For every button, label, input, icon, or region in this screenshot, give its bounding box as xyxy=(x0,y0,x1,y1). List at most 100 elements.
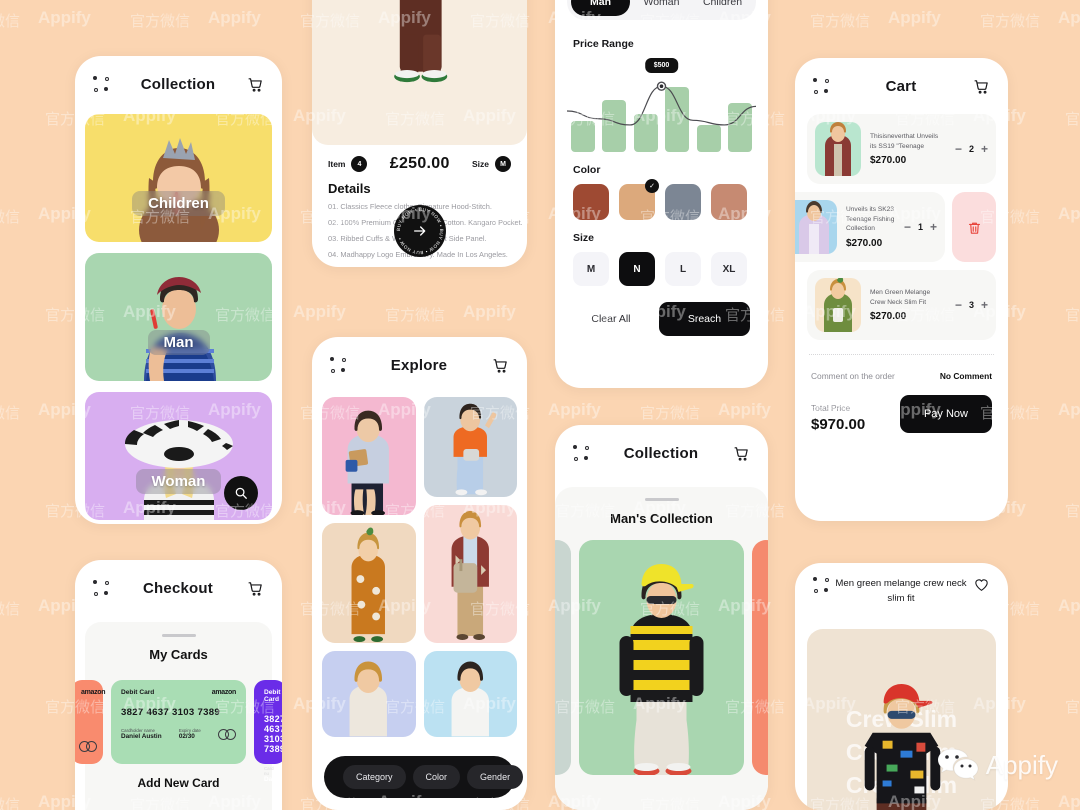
color-swatch-rust[interactable] xyxy=(573,184,609,220)
watermark-text: Appify xyxy=(1058,204,1080,223)
grid-dots-icon[interactable] xyxy=(813,577,829,593)
sheet-grabber[interactable] xyxy=(161,634,196,637)
cart-icon[interactable] xyxy=(492,357,509,374)
category-list: Children Man Woman xyxy=(75,112,282,524)
explore-tile[interactable] xyxy=(322,523,416,643)
collection-carousel[interactable] xyxy=(555,540,768,775)
buy-now-ring-text: BUY NOW • BUY NOW • BUY NOW • BUY NOW • xyxy=(395,207,443,255)
search-button[interactable]: Sreach xyxy=(658,302,750,336)
credit-card-prev[interactable]: amazon xyxy=(75,680,106,764)
minus-icon[interactable]: − xyxy=(904,220,911,234)
plus-icon[interactable]: + xyxy=(981,298,988,312)
category-card-man[interactable]: Man xyxy=(85,253,272,381)
grid-dots-icon[interactable] xyxy=(330,357,346,373)
tab-woman[interactable]: Woman xyxy=(632,0,691,16)
credit-card-active[interactable]: Debit Card amazon 3827 4637 3103 7389 Ca… xyxy=(111,680,246,764)
check-icon: ✓ xyxy=(645,179,659,193)
watermark-text: Appify xyxy=(1058,792,1080,810)
card-carousel[interactable]: amazon Debit Card amazon 3827 4637 3103 … xyxy=(75,680,282,783)
category-card-woman[interactable]: Woman xyxy=(85,392,272,520)
explore-tile[interactable] xyxy=(423,651,517,737)
size-option-xl[interactable]: XL xyxy=(711,252,747,286)
cart-icon[interactable] xyxy=(733,445,750,462)
card-holder-label: Card nu xyxy=(264,766,274,776)
total-value: $970.00 xyxy=(811,416,866,433)
collection-slide-active[interactable] xyxy=(579,540,744,775)
watermark-text: 官方微信 xyxy=(1065,503,1080,520)
minus-icon[interactable]: − xyxy=(955,298,962,312)
watermark-text: 官方微信 xyxy=(980,13,1041,30)
watermark-text: 官方微信 xyxy=(0,405,21,422)
buy-now-button[interactable]: BUY NOW • BUY NOW • BUY NOW • BUY NOW • xyxy=(393,205,446,257)
watermark-text: Appify xyxy=(463,302,516,321)
explore-tile[interactable] xyxy=(423,505,517,643)
cart-row: Thisisneverthat Unveils its SS19 "Teenag… xyxy=(807,114,996,184)
filter-chip-color[interactable]: Color xyxy=(412,765,461,789)
grid-dots-icon[interactable] xyxy=(93,76,109,92)
cart-icon[interactable] xyxy=(247,580,264,597)
cart-item-info: Men Green Melange Crew Neck Slim Fit $27… xyxy=(870,288,946,323)
delete-item-button[interactable] xyxy=(952,192,996,262)
category-label: Woman xyxy=(135,469,222,494)
page-title: Men green melange crew neck slim fit xyxy=(835,578,967,604)
color-swatch-tan[interactable]: ✓ xyxy=(619,179,659,220)
tab-man[interactable]: Man xyxy=(571,0,630,16)
card-type: Debit Card xyxy=(264,689,281,703)
grid-dots-icon[interactable] xyxy=(813,78,829,94)
heart-icon[interactable] xyxy=(973,577,990,593)
total-label: Total Price xyxy=(811,403,851,413)
filter-chip-category[interactable]: Category xyxy=(343,765,406,789)
explore-tile[interactable] xyxy=(322,397,416,515)
sheet-grabber[interactable] xyxy=(644,498,679,501)
size-options: M N L XL xyxy=(555,248,768,286)
cart-item[interactable]: Men Green Melange Crew Neck Slim Fit $27… xyxy=(807,270,996,340)
color-swatch-clay[interactable] xyxy=(711,184,747,220)
order-comment-row[interactable]: Comment on the order No Comment xyxy=(795,355,1008,381)
tab-children[interactable]: Children xyxy=(693,0,752,16)
explore-tile[interactable] xyxy=(322,651,416,737)
size-value: M xyxy=(495,156,511,172)
card-number: 3827 4637 3103 7389 xyxy=(264,714,282,754)
mans-collection-header: Collection xyxy=(555,425,768,481)
collection-slide-prev[interactable] xyxy=(555,540,571,775)
price-range-chart[interactable]: $500 xyxy=(567,58,756,152)
card-brand: amazon xyxy=(81,689,106,696)
credit-card-next[interactable]: Debit Card 3827 4637 3103 7389 Card nu D… xyxy=(254,680,282,783)
add-new-card-button[interactable]: Add New Card xyxy=(85,776,272,790)
watermark-text: Appify xyxy=(1058,8,1080,27)
plus-icon[interactable]: + xyxy=(981,142,988,156)
plus-icon[interactable]: + xyxy=(930,220,937,234)
cart-icon[interactable] xyxy=(973,78,990,95)
cart-item[interactable]: Thisisneverthat Unveils its SS19 "Teenag… xyxy=(807,114,996,184)
color-swatch-denim-grey[interactable] xyxy=(665,184,701,220)
model-photo xyxy=(345,410,389,515)
cart-icon[interactable] xyxy=(247,76,264,93)
size-option-m[interactable]: M xyxy=(573,252,609,286)
cart-item[interactable]: Unveils its SK23 Teenage Fishing Collect… xyxy=(795,192,945,262)
model-photo xyxy=(453,403,497,496)
quantity-stepper[interactable]: − 3 + xyxy=(955,298,988,312)
search-button[interactable] xyxy=(224,476,258,510)
filter-chip-gender[interactable]: Gender xyxy=(467,765,524,789)
item-count-group: Item 4 xyxy=(328,156,368,172)
product-thumbnail xyxy=(815,278,861,332)
size-group[interactable]: Size M xyxy=(472,156,511,172)
grid-dots-icon[interactable] xyxy=(573,445,589,461)
product-thumbnail xyxy=(815,122,861,176)
pay-now-button[interactable]: Pay Now xyxy=(899,395,992,433)
size-option-n[interactable]: N xyxy=(619,252,655,286)
cart-header: Cart xyxy=(795,58,1008,114)
size-option-l[interactable]: L xyxy=(665,252,701,286)
watermark-text: 官方微信 xyxy=(1065,307,1080,324)
category-card-children[interactable]: Children xyxy=(85,114,272,242)
card-brand: amazon xyxy=(211,689,237,696)
quantity-stepper[interactable]: − 2 + xyxy=(955,142,988,156)
quantity-stepper[interactable]: − 1 + xyxy=(904,220,937,234)
explore-tile[interactable] xyxy=(423,397,517,497)
watermark-text: Appify xyxy=(888,8,941,27)
clear-all-button[interactable]: Clear All xyxy=(573,302,649,336)
collection-slide-next[interactable] xyxy=(752,540,768,775)
grid-dots-icon[interactable] xyxy=(93,580,109,596)
minus-icon[interactable]: − xyxy=(955,142,962,156)
product-name: Thisisneverthat Unveils its SS19 "Teenag… xyxy=(870,132,939,150)
